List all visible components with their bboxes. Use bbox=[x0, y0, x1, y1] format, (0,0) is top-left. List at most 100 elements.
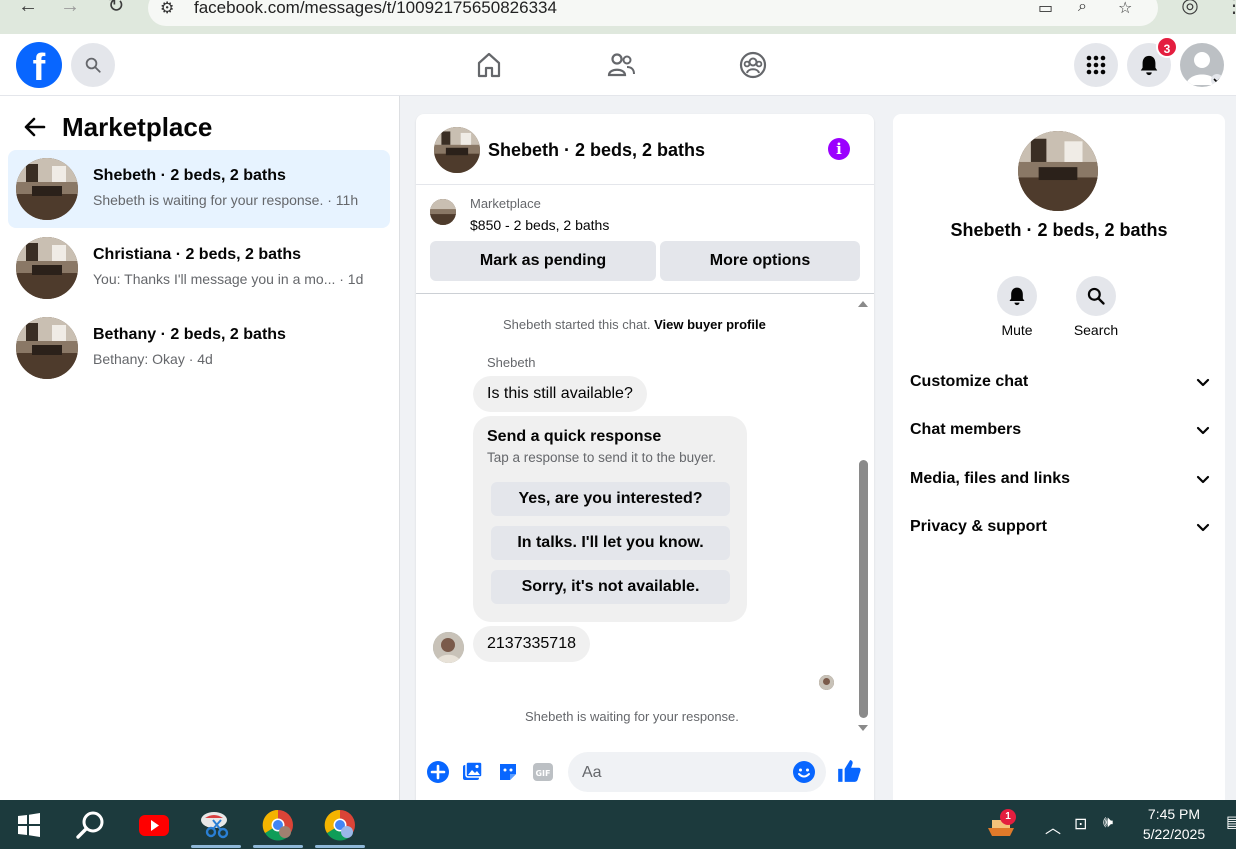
media-files-links-section[interactable]: Media, files and links bbox=[910, 465, 1210, 495]
chevron-down-icon bbox=[1196, 378, 1210, 387]
menu-dots-icon[interactable]: ⋮ bbox=[1220, 0, 1236, 16]
active-app-indicator bbox=[191, 845, 241, 848]
section-label: Chat members bbox=[910, 421, 1022, 438]
search-icon[interactable] bbox=[74, 808, 108, 842]
sender-avatar[interactable] bbox=[433, 632, 464, 663]
quick-response-option[interactable]: In talks. I'll let you know. bbox=[491, 526, 730, 560]
bell-icon bbox=[1140, 55, 1158, 76]
customize-chat-section[interactable]: Customize chat bbox=[910, 368, 1210, 398]
grid-icon bbox=[1086, 55, 1106, 75]
conversation-name: Bethany · 2 beds, 2 baths bbox=[93, 326, 286, 343]
chat-profile-avatar[interactable] bbox=[1018, 131, 1098, 211]
section-label: Privacy & support bbox=[910, 518, 1047, 535]
listing-thumbnail bbox=[16, 317, 78, 379]
message-bubble: 2137335718 bbox=[473, 626, 590, 662]
sticker-icon[interactable] bbox=[496, 760, 520, 784]
conversation-item-christiana[interactable]: Christiana · 2 beds, 2 baths You: Thanks… bbox=[8, 229, 390, 307]
chat-title[interactable]: Shebeth · 2 beds, 2 baths bbox=[488, 140, 705, 161]
account-avatar[interactable] bbox=[1180, 43, 1224, 87]
chat-header: Shebeth · 2 beds, 2 baths i bbox=[416, 114, 874, 185]
scroll-down-arrow-icon[interactable] bbox=[858, 724, 868, 732]
conversation-item-shebeth[interactable]: Shebeth · 2 beds, 2 baths Shebeth is wai… bbox=[8, 150, 390, 228]
url-text[interactable]: facebook.com/messages/t/1009217565082633… bbox=[194, 0, 557, 18]
windows-taskbar: 1 ︿ ⊡ 🕪 7:45 PM 5/22/2025 ▤ bbox=[0, 800, 1236, 849]
chrome-icon[interactable] bbox=[323, 808, 357, 842]
privacy-support-section[interactable]: Privacy & support bbox=[910, 513, 1210, 543]
install-app-icon[interactable]: ▭ bbox=[1038, 0, 1053, 18]
network-icon[interactable]: ⊡ bbox=[1074, 814, 1087, 834]
sender-name: Shebeth bbox=[487, 355, 536, 370]
mark-as-pending-button[interactable]: Mark as pending bbox=[430, 241, 656, 281]
site-settings-icon[interactable]: ⚙ bbox=[160, 0, 174, 18]
listing-thumbnail[interactable] bbox=[430, 199, 456, 225]
bell-icon bbox=[1009, 287, 1025, 306]
mute-button-circle bbox=[997, 276, 1037, 316]
emoji-icon[interactable] bbox=[792, 760, 816, 784]
search-icon bbox=[1087, 287, 1105, 305]
reload-icon[interactable]: ↻ bbox=[102, 0, 130, 16]
mute-button[interactable]: Mute bbox=[982, 276, 1052, 338]
back-arrow-icon[interactable] bbox=[22, 114, 48, 140]
scroll-thumb[interactable] bbox=[859, 460, 868, 718]
snipping-tool-icon[interactable] bbox=[199, 808, 233, 842]
svg-text:GIF: GIF bbox=[535, 769, 550, 778]
search-label: Search bbox=[1073, 322, 1119, 338]
bookmark-star-icon[interactable]: ☆ bbox=[1118, 0, 1132, 18]
chat-avatar[interactable] bbox=[434, 127, 480, 173]
search-icon bbox=[85, 57, 101, 73]
conversation-name: Christiana · 2 beds, 2 baths bbox=[93, 246, 302, 263]
zoom-icon[interactable]: ⌕ bbox=[1078, 0, 1087, 16]
section-label: Media, files and links bbox=[910, 470, 1071, 487]
chat-members-section[interactable]: Chat members bbox=[910, 416, 1210, 446]
chevron-down-icon bbox=[1196, 523, 1210, 532]
facebook-logo[interactable]: f bbox=[16, 42, 62, 88]
quick-response-card: Send a quick response Tap a response to … bbox=[473, 416, 747, 622]
info-icon[interactable]: i bbox=[828, 138, 850, 160]
menu-grid-button[interactable] bbox=[1074, 43, 1118, 87]
message-thread: Shebeth started this chat. View buyer pr… bbox=[416, 294, 874, 736]
quick-response-title: Send a quick response bbox=[487, 428, 662, 445]
listing-price[interactable]: $850 - 2 beds, 2 baths bbox=[470, 217, 609, 233]
message-input[interactable]: Aa bbox=[568, 752, 826, 792]
clock-date: 5/22/2025 bbox=[1142, 826, 1206, 842]
listing-thumbnail bbox=[16, 237, 78, 299]
browser-toolbar: ← → ↻ ⚙ facebook.com/messages/t/10092175… bbox=[0, 0, 1236, 34]
active-app-indicator bbox=[253, 845, 303, 848]
gif-icon[interactable]: GIF bbox=[531, 760, 555, 784]
chrome-profile-icon[interactable] bbox=[261, 808, 295, 842]
back-arrow-icon[interactable]: ← bbox=[14, 0, 42, 16]
windows-start-icon[interactable] bbox=[14, 810, 44, 840]
groups-icon[interactable] bbox=[738, 50, 768, 80]
quick-response-option[interactable]: Yes, are you interested? bbox=[491, 482, 730, 516]
message-composer: GIF Aa bbox=[416, 744, 874, 800]
search-button[interactable] bbox=[71, 43, 115, 87]
page-title: Marketplace bbox=[62, 112, 213, 142]
profile-icon[interactable]: ◎ bbox=[1176, 0, 1204, 16]
chat-details-panel: Shebeth · 2 beds, 2 baths Mute Search Cu… bbox=[893, 114, 1225, 800]
search-in-chat-button[interactable]: Search bbox=[1061, 276, 1131, 338]
quick-response-subtitle: Tap a response to send it to the buyer. bbox=[487, 450, 716, 465]
quick-response-option[interactable]: Sorry, it's not available. bbox=[491, 570, 730, 604]
volume-icon[interactable]: 🕪 bbox=[1103, 814, 1113, 832]
chat-window: Shebeth · 2 beds, 2 baths i Marketplace … bbox=[416, 114, 874, 800]
friends-icon[interactable] bbox=[606, 50, 636, 80]
forward-arrow-icon[interactable]: → bbox=[56, 0, 84, 16]
youtube-icon[interactable] bbox=[137, 808, 171, 842]
address-bar[interactable]: ⚙ facebook.com/messages/t/10092175650826… bbox=[148, 0, 1158, 26]
home-icon[interactable] bbox=[474, 50, 504, 80]
default-avatar-icon bbox=[1186, 52, 1223, 86]
system-clock[interactable]: 7:45 PM 5/22/2025 bbox=[1134, 804, 1214, 844]
message-bubble: Is this still available? bbox=[473, 376, 647, 412]
more-options-button[interactable]: More options bbox=[660, 241, 860, 281]
message-scrollbar[interactable] bbox=[856, 294, 870, 736]
view-buyer-profile-link[interactable]: View buyer profile bbox=[654, 317, 766, 332]
plus-circle-icon[interactable] bbox=[426, 760, 450, 784]
notifications-center-icon[interactable]: ▤ bbox=[1226, 812, 1236, 832]
conversation-item-bethany[interactable]: Bethany · 2 beds, 2 baths Bethany: Okay … bbox=[8, 309, 390, 387]
search-button-circle bbox=[1076, 276, 1116, 316]
like-thumb-icon[interactable] bbox=[836, 758, 862, 784]
chevron-up-icon[interactable]: ︿ bbox=[1045, 814, 1061, 838]
scroll-up-arrow-icon[interactable] bbox=[858, 300, 868, 308]
photo-icon[interactable] bbox=[460, 760, 484, 784]
section-label: Customize chat bbox=[910, 373, 1029, 390]
